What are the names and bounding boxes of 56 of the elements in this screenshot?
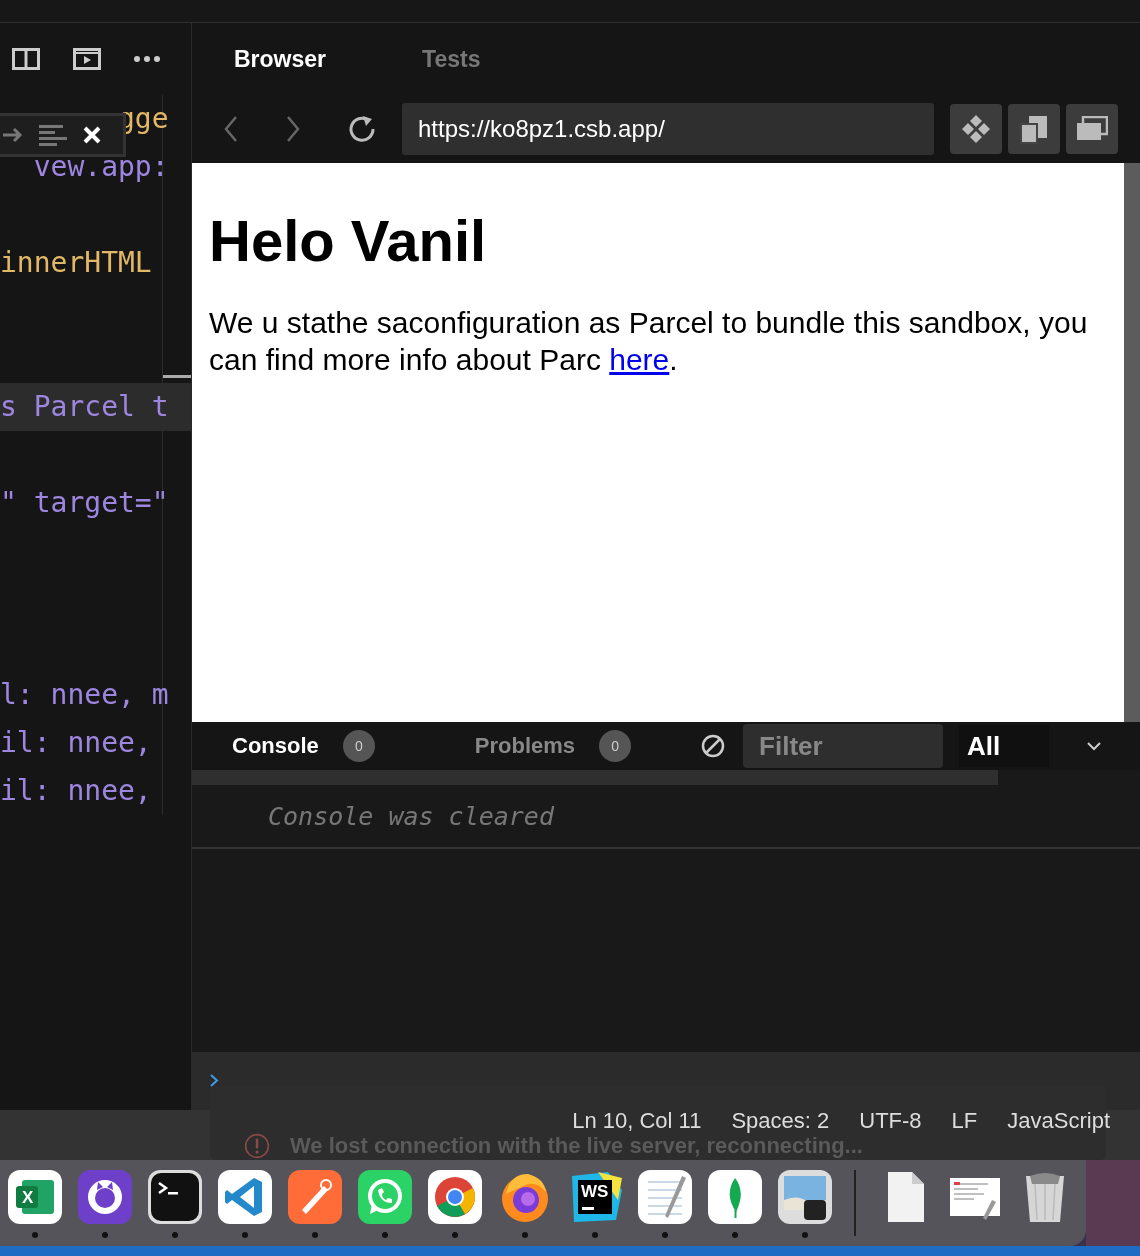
count-badge: 0 <box>342 730 375 762</box>
count-badge: 0 <box>599 730 632 762</box>
status-item[interactable]: JavaScript <box>1007 1108 1110 1134</box>
app-logo-text: WS <box>581 1182 609 1202</box>
filter-field[interactable]: Filter <box>743 724 944 768</box>
page-heading: Helo Vanil <box>209 207 488 274</box>
inspect-button[interactable] <box>950 104 1002 154</box>
chat-app-icon[interactable] <box>358 1170 412 1224</box>
scrollbar[interactable] <box>1124 163 1140 722</box>
diamond-cluster-icon <box>960 113 992 145</box>
cat-app-icon[interactable] <box>78 1170 132 1224</box>
scroll-marker <box>163 375 191 378</box>
code-editor-icon[interactable] <box>218 1170 272 1224</box>
code-line: l: nnee, m <box>0 678 169 711</box>
split-view-icon[interactable] <box>12 48 40 70</box>
stacked-squares-icon <box>1019 114 1049 144</box>
status-item[interactable]: Ln 10, Col 11 <box>572 1108 702 1134</box>
code-line: vew.app: <box>32 150 169 183</box>
close-icon[interactable] <box>83 126 101 144</box>
status-item[interactable]: UTF-8 <box>859 1108 922 1134</box>
arrow-icon[interactable] <box>3 127 23 143</box>
status-item[interactable]: LF <box>951 1108 978 1134</box>
windows-button[interactable] <box>1066 104 1118 154</box>
app-logo-text: X <box>22 1188 34 1208</box>
status-item[interactable]: Spaces: 2 <box>731 1108 830 1134</box>
tab[interactable]: Tests <box>402 45 501 73</box>
window-stack-icon <box>1076 116 1108 142</box>
more-icon[interactable] <box>134 56 160 62</box>
terminal-icon[interactable] <box>148 1170 202 1224</box>
copy-button[interactable] <box>1008 104 1060 154</box>
code-line: " target=" <box>0 486 169 519</box>
code-line: il: nnee, <box>0 774 152 807</box>
link[interactable]: here <box>609 343 670 376</box>
tab[interactable]: Console 0 <box>212 730 395 762</box>
leaf-app-icon[interactable] <box>708 1170 762 1224</box>
page-paragraph: We u stathe saconfiguration as Parcel to bundle this sandbox, you can find more info about Parc here. <box>209 305 1089 378</box>
code-line: il: nnee, <box>0 726 152 759</box>
clear-icon[interactable] <box>701 734 726 758</box>
level-select[interactable]: All <box>959 725 1050 767</box>
console-message: Console was cleared <box>268 801 554 831</box>
tab[interactable]: Problems 0 <box>454 730 652 762</box>
notepad-icon[interactable] <box>638 1170 692 1224</box>
code-line: s Parcel t <box>0 390 169 423</box>
warning-icon <box>244 1133 270 1159</box>
preview-icon[interactable] <box>73 48 101 70</box>
spreadsheet-app-icon[interactable]: X <box>8 1170 62 1224</box>
prompt-icon <box>210 1074 219 1087</box>
photo-viewer-icon[interactable] <box>778 1170 832 1224</box>
align-left-icon[interactable] <box>39 124 67 146</box>
tab[interactable]: Browser <box>214 45 347 73</box>
browser-icon[interactable] <box>428 1170 482 1224</box>
code-line: innerHTML <box>0 246 152 279</box>
url-field[interactable]: https://ko8pz1.csb.app/ <box>402 103 934 155</box>
horizontal-scrollbar[interactable] <box>192 770 998 785</box>
chevron-down-icon[interactable] <box>1087 741 1102 751</box>
pen-app-icon[interactable] <box>288 1170 342 1224</box>
